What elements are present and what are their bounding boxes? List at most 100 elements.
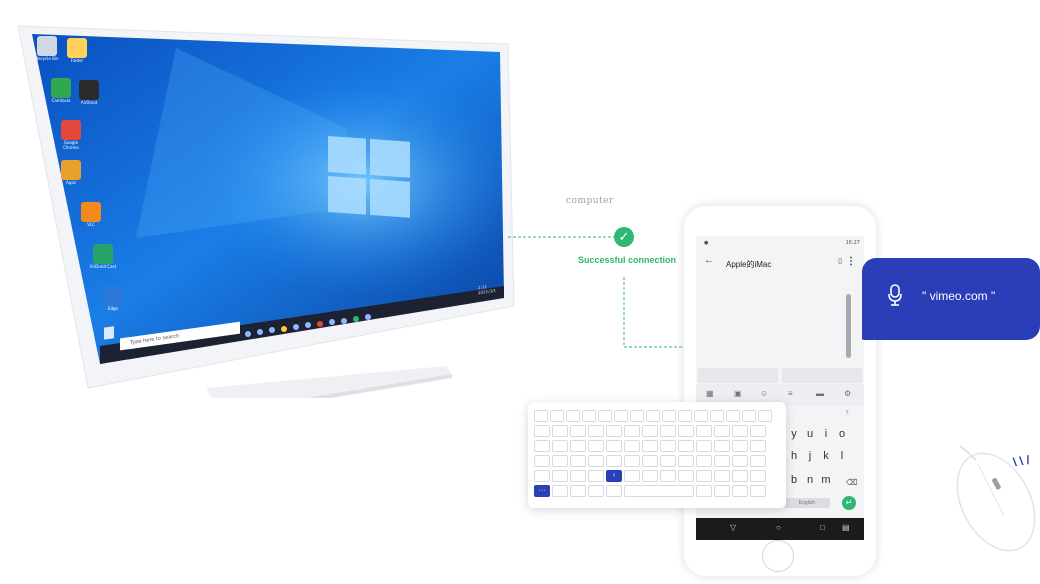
keyboard-key[interactable] bbox=[534, 440, 550, 452]
gif-icon[interactable]: ≡ bbox=[788, 389, 793, 398]
keyboard-key[interactable] bbox=[678, 425, 694, 437]
keyboard-key[interactable] bbox=[570, 425, 586, 437]
keyboard-key[interactable] bbox=[714, 440, 730, 452]
touchpad-left-button[interactable] bbox=[698, 368, 778, 383]
keyboard-key[interactable] bbox=[624, 440, 640, 452]
clipboard-icon[interactable]: ▯ bbox=[838, 257, 842, 265]
keyboard-key[interactable] bbox=[552, 485, 568, 497]
clipboard-icon[interactable]: ▣ bbox=[734, 389, 742, 398]
keyboard-key[interactable] bbox=[642, 440, 658, 452]
keyboard-key[interactable] bbox=[588, 455, 604, 467]
key[interactable]: j bbox=[802, 450, 818, 462]
keyboard-key[interactable] bbox=[714, 455, 730, 467]
keyboard-key[interactable] bbox=[552, 455, 568, 467]
keyboard-key[interactable] bbox=[742, 410, 756, 422]
keyboard-key[interactable] bbox=[550, 410, 564, 422]
keyboard-key[interactable] bbox=[750, 425, 766, 437]
keyboard-key[interactable] bbox=[624, 485, 694, 497]
keyboard-key[interactable] bbox=[552, 425, 568, 437]
emoji-icon[interactable]: ☺ bbox=[760, 389, 768, 398]
keyboard-key[interactable] bbox=[696, 485, 712, 497]
keyboard-key[interactable] bbox=[588, 440, 604, 452]
keyboard-key[interactable] bbox=[606, 455, 622, 467]
keyboard-key[interactable] bbox=[582, 410, 596, 422]
more-vert-icon[interactable]: ⋮ bbox=[846, 256, 856, 267]
key[interactable]: u bbox=[802, 428, 818, 440]
key[interactable]: o bbox=[834, 428, 850, 440]
mic-small-icon[interactable]: ⫯ bbox=[846, 410, 849, 417]
keyboard-key[interactable] bbox=[614, 410, 628, 422]
keyboard-key[interactable] bbox=[726, 410, 740, 422]
keyboard-key[interactable] bbox=[642, 425, 658, 437]
keyboard-key[interactable] bbox=[624, 470, 640, 482]
touchpad-right-button[interactable] bbox=[782, 368, 862, 383]
keyboard-key[interactable] bbox=[662, 410, 676, 422]
keyboard-key[interactable] bbox=[534, 425, 550, 437]
key[interactable]: n bbox=[802, 474, 818, 486]
keyboard-key[interactable] bbox=[714, 470, 730, 482]
keyboard-key[interactable] bbox=[646, 410, 660, 422]
keyboard-key[interactable] bbox=[660, 425, 676, 437]
keyboard-switch-icon[interactable]: ▤ bbox=[842, 523, 850, 532]
recents-square-icon[interactable]: □ bbox=[820, 523, 825, 532]
key[interactable]: k bbox=[818, 450, 834, 462]
keyboard-key[interactable] bbox=[566, 410, 580, 422]
keyboard-key[interactable] bbox=[694, 410, 708, 422]
keyboard-key[interactable] bbox=[732, 455, 748, 467]
desktop-icon[interactable]: Recycle Bin bbox=[32, 36, 62, 61]
key[interactable]: y bbox=[786, 428, 802, 440]
keyboard-key[interactable] bbox=[678, 410, 692, 422]
keyboard-key[interactable] bbox=[642, 470, 658, 482]
keyboard-key[interactable] bbox=[570, 440, 586, 452]
desktop-icon[interactable]: Folder bbox=[62, 38, 92, 63]
keyboard-key[interactable] bbox=[732, 425, 748, 437]
keyboard-key[interactable] bbox=[598, 410, 612, 422]
home-button[interactable] bbox=[762, 540, 794, 572]
keyboard-key[interactable] bbox=[732, 485, 748, 497]
space-key[interactable]: English bbox=[784, 498, 830, 508]
keyboard-key[interactable] bbox=[696, 455, 712, 467]
keyboard-key[interactable] bbox=[606, 440, 622, 452]
keyboard-key[interactable] bbox=[732, 440, 748, 452]
key[interactable]: m bbox=[818, 474, 834, 486]
keyboard-key[interactable] bbox=[534, 470, 550, 482]
desktop-icon[interactable]: VLC bbox=[76, 202, 106, 227]
keyboard-key[interactable] bbox=[732, 470, 748, 482]
keyboard-key[interactable] bbox=[588, 425, 604, 437]
desktop-icon[interactable]: Camtasia bbox=[46, 78, 76, 103]
keyboard-key[interactable] bbox=[624, 425, 640, 437]
keyboard-key[interactable] bbox=[696, 425, 712, 437]
keyboard-key[interactable] bbox=[758, 410, 772, 422]
folder-icon[interactable]: ▬ bbox=[816, 389, 824, 398]
keyboard-key[interactable] bbox=[570, 485, 586, 497]
keyboard-key[interactable] bbox=[552, 440, 568, 452]
scrollbar[interactable] bbox=[846, 294, 851, 358]
keyboard-key[interactable] bbox=[750, 440, 766, 452]
keyboard-key[interactable] bbox=[606, 485, 622, 497]
keyboard-key[interactable] bbox=[552, 470, 568, 482]
desktop-icon[interactable]: AirDroid bbox=[74, 80, 104, 105]
keyboard-key[interactable] bbox=[660, 440, 676, 452]
keyboard-key[interactable] bbox=[624, 455, 640, 467]
keyboard-key[interactable] bbox=[534, 455, 550, 467]
enter-icon[interactable]: ↵ bbox=[842, 496, 856, 510]
keyboard-key[interactable] bbox=[588, 470, 604, 482]
key[interactable]: i bbox=[818, 428, 834, 440]
keyboard-key[interactable] bbox=[714, 485, 730, 497]
back-triangle-icon[interactable]: ▽ bbox=[730, 523, 736, 532]
arrow-left-icon[interactable]: ← bbox=[704, 255, 714, 266]
home-circle-icon[interactable]: ○ bbox=[776, 523, 781, 532]
keyboard-key[interactable]: ··· bbox=[534, 485, 550, 497]
keyboard-key[interactable] bbox=[606, 425, 622, 437]
key[interactable]: l bbox=[834, 450, 850, 462]
keyboard-key[interactable] bbox=[630, 410, 644, 422]
backspace-icon[interactable]: ⌫ bbox=[846, 478, 857, 487]
keyboard-key[interactable] bbox=[750, 455, 766, 467]
keyboard-key[interactable] bbox=[678, 455, 694, 467]
keyboard-key[interactable] bbox=[696, 440, 712, 452]
desktop-icon[interactable]: Edge bbox=[98, 286, 128, 311]
desktop-icon[interactable]: Apps bbox=[56, 160, 86, 185]
key[interactable]: h bbox=[786, 450, 802, 462]
keyboard-key[interactable] bbox=[660, 455, 676, 467]
keyboard-key[interactable]: ‹ bbox=[606, 470, 622, 482]
